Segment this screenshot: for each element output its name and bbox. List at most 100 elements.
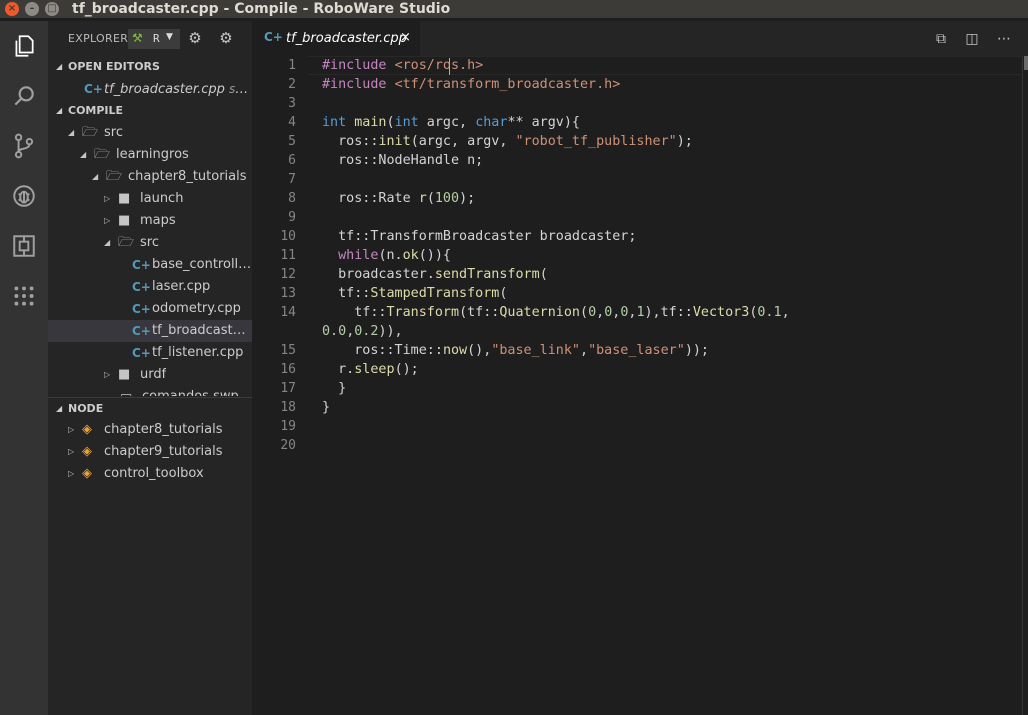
open-editor-name: tf_broadcaster.cpp [104, 82, 225, 97]
tree-item-label: comandos.swp [142, 386, 239, 396]
source-control-icon[interactable] [9, 131, 39, 161]
package-layers-icon: ◈ [82, 466, 92, 481]
debug-icon[interactable] [9, 181, 39, 211]
code-line-13: tf::StampedTransform( [322, 286, 508, 301]
folder-icon: ■ [118, 191, 131, 206]
line-number: 1 [288, 58, 296, 73]
code-line-2: #include <tf/transform_broadcaster.h> [322, 77, 621, 92]
code-line-4: int main(int argc, char** argv){ [322, 115, 580, 130]
expanded-triangle-icon: ◢ [92, 172, 99, 181]
tree-item-label: tf_broadcaster.c... [152, 323, 252, 338]
tree-item-label: tf_listener.cpp [152, 345, 244, 360]
folder-open-icon: 🗁 [94, 147, 111, 162]
code-line-15: ros::Time::now(),"base_link","base_laser… [322, 343, 709, 358]
project-selector[interactable]: ⚒ R ▼ [128, 29, 180, 49]
cpp-file-icon: C+ [264, 30, 283, 44]
code-line-17: } [322, 381, 347, 396]
code-editor[interactable]: 1 2 3 4 5 6 7 8 9 10 11 12 13 14 15 16 17 18 19 20 #include… [252, 56, 1028, 715]
extensions-icon[interactable] [9, 231, 39, 261]
scrollbar-thumb[interactable] [1024, 56, 1028, 70]
code-line-5: ros::init(argc, argv, "robot_tf_publishe… [322, 134, 693, 149]
close-icon[interactable]: × [400, 30, 411, 45]
tab-tf-broadcaster[interactable]: C+ tf_broadcaster.cpp × [252, 21, 420, 56]
line-number: 5 [288, 134, 296, 149]
code-line-1: #include <ros/ros.h> [322, 58, 484, 73]
collapsed-triangle-icon: ▷ [104, 216, 111, 225]
tree-item-label: launch [140, 191, 184, 206]
collapse-triangle-icon: ◢ [56, 62, 63, 71]
tree-item-label: urdf [140, 367, 167, 382]
tree-item-odometry[interactable]: C+ odometry.cpp [48, 298, 252, 320]
explorer-header: EXPLORER ⚒ R ▼ ⚙ ⚙ [48, 21, 252, 56]
section-compile[interactable]: ◢ COMPILE [48, 100, 252, 122]
file-icon: ▭ [120, 386, 132, 396]
search-icon[interactable] [9, 81, 39, 111]
line-number: 14 [280, 305, 296, 320]
section-node[interactable]: ◢ NODE [48, 397, 252, 420]
open-editor-item[interactable]: C+ tf_broadcaster.cpp src/l... [48, 78, 252, 100]
window-maximize-button[interactable]: □ [45, 2, 59, 16]
explorer-icon[interactable] [9, 31, 39, 61]
collapsed-triangle-icon: ▷ [68, 425, 75, 434]
section-label: OPEN EDITORS [68, 60, 160, 73]
tree-item-launch[interactable]: ▷ ■ launch [48, 188, 252, 210]
tree-item-maps[interactable]: ▷ ■ maps [48, 210, 252, 232]
gear-icon[interactable]: ⚙ [187, 30, 203, 46]
tree-item-label: src [140, 235, 159, 250]
expanded-triangle-icon: ◢ [68, 128, 75, 137]
gear-settings-icon[interactable]: ⚙ [218, 30, 234, 46]
window-minimize-button[interactable]: – [25, 2, 39, 16]
tree-item-label: odometry.cpp [152, 301, 241, 316]
node-item-label: control_toolbox [104, 466, 204, 481]
tab-label: tf_broadcaster.cpp [286, 31, 407, 46]
window-close-button[interactable]: × [5, 2, 19, 16]
collapsed-triangle-icon: ▷ [104, 194, 111, 203]
folder-icon: ■ [118, 367, 131, 382]
code-line-14: tf::Transform(tf::Quaternion(0,0,0,1),tf… [322, 305, 790, 320]
section-label: NODE [68, 402, 104, 415]
folder-open-icon: 🗁 [118, 235, 135, 250]
editor-scrollbar[interactable] [1022, 56, 1028, 715]
node-item-label: chapter8_tutorials [104, 422, 223, 437]
more-actions-icon[interactable]: ⋯ [995, 30, 1013, 48]
package-layers-icon: ◈ [82, 422, 92, 437]
tree-item-learningros[interactable]: ◢ 🗁 learningros [48, 144, 252, 166]
tree-item-src[interactable]: ◢ 🗁 src [48, 122, 252, 144]
more-icon[interactable] [9, 281, 39, 311]
open-preview-icon[interactable]: ⧉ [932, 30, 950, 48]
line-number: 3 [288, 96, 296, 111]
tree-item-laser[interactable]: C+ laser.cpp [48, 276, 252, 298]
line-number: 4 [288, 115, 296, 130]
collapsed-triangle-icon: ▷ [68, 447, 75, 456]
tree-item-chapter8-tutorials[interactable]: ◢ 🗁 chapter8_tutorials [48, 166, 252, 188]
line-number: 9 [288, 210, 296, 225]
code-line-8: ros::Rate r(100); [322, 191, 476, 206]
tree-item-src-inner[interactable]: ◢ 🗁 src [48, 232, 252, 254]
code-line-18: } [322, 400, 331, 415]
code-line-16: r.sleep(); [322, 362, 419, 377]
split-editor-icon[interactable]: ◫ [963, 30, 981, 48]
line-number: 7 [288, 172, 296, 187]
node-item-chapter9[interactable]: ▷ ◈ chapter9_tutorials [48, 441, 252, 463]
collapse-triangle-icon: ◢ [56, 404, 63, 413]
section-open-editors[interactable]: ◢ OPEN EDITORS [48, 56, 252, 78]
open-editor-path: src/l... [229, 82, 252, 96]
tree-item-label: base_controlle... [152, 257, 252, 272]
tree-item-urdf[interactable]: ▷ ■ urdf [48, 364, 252, 386]
code-line-10: tf::TransformBroadcaster broadcaster; [322, 229, 637, 244]
line-number: 17 [280, 381, 296, 396]
expanded-triangle-icon: ◢ [80, 150, 87, 159]
line-number: 18 [280, 400, 296, 415]
open-editor-label: tf_broadcaster.cpp src/l... [104, 78, 252, 101]
tree-item-comandos[interactable]: ▭ comandos.swp [48, 386, 252, 396]
node-item-control-toolbox[interactable]: ▷ ◈ control_toolbox [48, 463, 252, 485]
expanded-triangle-icon: ◢ [104, 238, 111, 247]
tree-item-tf-listener[interactable]: C+ tf_listener.cpp [48, 342, 252, 364]
line-number: 20 [280, 438, 296, 453]
tree-item-tf-broadcaster[interactable]: C+ tf_broadcaster.c... [48, 320, 252, 342]
node-item-chapter8[interactable]: ▷ ◈ chapter8_tutorials [48, 419, 252, 441]
code-line-12: broadcaster.sendTransform( [322, 267, 548, 282]
project-selector-value: R [153, 32, 160, 45]
tree-item-base-controller[interactable]: C+ base_controlle... [48, 254, 252, 276]
folder-icon: ■ [118, 213, 131, 228]
